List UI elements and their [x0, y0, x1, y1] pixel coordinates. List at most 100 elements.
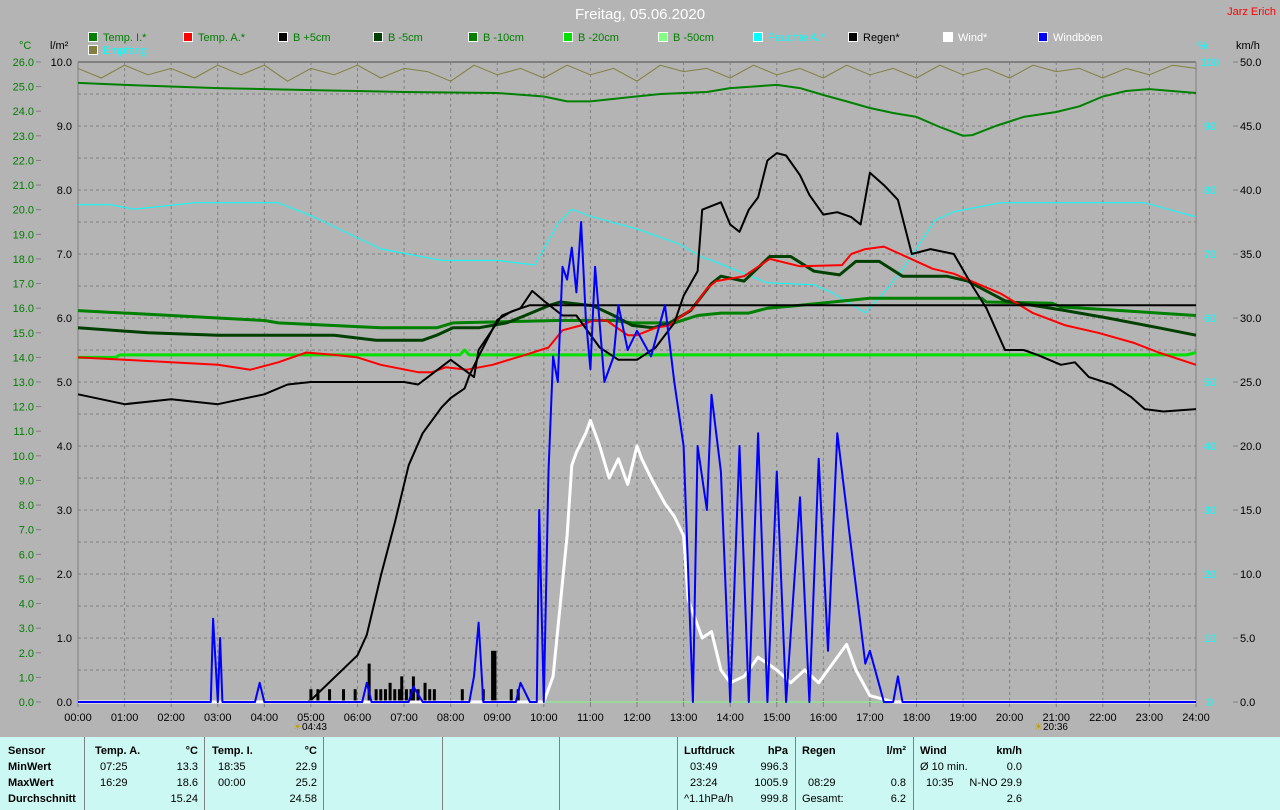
legend-item: Temp. I.* — [88, 32, 146, 44]
x-tick-label: 03:00 — [204, 712, 232, 724]
temp-a-min: 13.3 — [176, 761, 198, 773]
temp-tick-label: 11.0 — [13, 426, 34, 438]
divider — [677, 737, 678, 810]
legend-label: Temp. I.* — [103, 32, 147, 44]
temp-i-min: 22.9 — [295, 761, 317, 773]
temp-i-unit: °C — [304, 745, 317, 757]
legend-item: B -5cm — [373, 32, 423, 44]
humidity-tick-label: 20 — [1204, 569, 1216, 581]
wind-tick-label: 25.0 — [1240, 377, 1261, 389]
x-tick-label: 08:00 — [437, 712, 465, 724]
divider — [84, 737, 85, 810]
x-tick-label: 01:00 — [111, 712, 139, 724]
rain-unit: l/m² — [886, 745, 906, 757]
temp-tick-label: 18.0 — [13, 254, 34, 266]
temp-tick-label: 7.0 — [19, 525, 34, 537]
temp-tick-label: 26.0 — [13, 57, 34, 69]
rain-bar — [379, 689, 383, 702]
wind-tick-label: 30.0 — [1240, 313, 1261, 325]
rain-tick-label: 1.0 — [57, 633, 72, 645]
temp-a-avg: 15.24 — [170, 793, 198, 805]
legend-label: Feuchte A.* — [768, 32, 825, 44]
legend-label: B -20cm — [578, 32, 619, 44]
humidity-tick-label: 60 — [1204, 313, 1216, 325]
wind-unit: km/h — [996, 745, 1022, 757]
humidity-tick-label: 90 — [1204, 121, 1216, 133]
sunset-icon: ☀ — [1034, 722, 1043, 733]
rain-bar — [404, 689, 408, 702]
rain-tick-label: 4.0 — [57, 441, 72, 453]
legend-item: Wind* — [943, 32, 987, 44]
humidity-tick-label: 10 — [1204, 633, 1216, 645]
rain-bar — [493, 650, 497, 702]
series-temp-i — [77, 81, 1197, 137]
row-label-max: MaxWert — [8, 777, 54, 789]
rain-max-time: 08:29 — [808, 777, 836, 789]
wind-tick-label: 20.0 — [1240, 441, 1261, 453]
legend-label: B -50cm — [673, 32, 714, 44]
stats-table: Sensor MinWert MaxWert Durchschnitt Temp… — [0, 737, 1280, 810]
x-tick-label: 20:00 — [996, 712, 1024, 724]
temp-tick-label: 22.0 — [13, 155, 34, 167]
legend-item: B -10cm — [468, 32, 524, 44]
x-tick-label: 02:00 — [157, 712, 185, 724]
temp-tick-label: 17.0 — [13, 279, 34, 291]
legend-label: Regen* — [863, 32, 900, 44]
rain-axis-unit: l/m² — [50, 40, 69, 52]
x-tick-label: 19:00 — [949, 712, 977, 724]
temp-tick-label: 8.0 — [19, 500, 34, 512]
legend-label: B +5cm — [293, 32, 331, 44]
x-tick-label: 14:00 — [716, 712, 744, 724]
divider — [795, 737, 796, 810]
legend-swatch — [373, 32, 383, 42]
rain-tick-label: 7.0 — [57, 249, 72, 261]
legend-swatch — [563, 32, 573, 42]
wind-header: Wind — [920, 745, 947, 757]
rain-tick-label: 8.0 — [57, 185, 72, 197]
wind-avg10-label: Ø 10 min. — [920, 761, 968, 773]
rain-total-label: Gesamt: — [802, 793, 844, 805]
pressure-trend: ^1.1hPa/h — [684, 793, 734, 805]
sunset-marker: ☀20:36 — [1034, 722, 1068, 733]
rain-max: 0.8 — [890, 777, 906, 789]
legend-swatch — [943, 32, 953, 42]
legend-swatch — [1038, 32, 1048, 42]
temp-tick-label: 23.0 — [13, 131, 34, 143]
legend-label: Empfang — [103, 45, 148, 57]
sunrise-icon: ☀ — [293, 722, 302, 733]
temp-a-max: 18.6 — [176, 777, 198, 789]
rain-bar — [353, 689, 357, 702]
rain-bar — [460, 689, 464, 702]
x-tick-label: 22:00 — [1089, 712, 1117, 724]
wind-tick-label: 40.0 — [1240, 185, 1261, 197]
temp-i-max: 25.2 — [295, 777, 317, 789]
rain-tick-label: 0.0 — [57, 697, 72, 709]
temp-i-avg: 24.58 — [289, 793, 317, 805]
rain-tick-label: 9.0 — [57, 121, 72, 133]
x-tick-label: 04:00 — [251, 712, 279, 724]
legend-item: B -50cm — [658, 32, 714, 44]
rain-tick-label: 2.0 — [57, 569, 72, 581]
legend-swatch — [468, 32, 478, 42]
x-tick-label: 09:00 — [483, 712, 511, 724]
legend-item: Empfang — [88, 45, 147, 57]
legend-label: B -10cm — [483, 32, 524, 44]
x-tick-label: 07:00 — [390, 712, 418, 724]
legend-item: B -20cm — [563, 32, 619, 44]
series-windb-en — [78, 221, 1196, 703]
temp-tick-label: 9.0 — [19, 475, 34, 487]
rain-tick-label: 6.0 — [57, 313, 72, 325]
x-tick-label: 15:00 — [763, 712, 791, 724]
legend-label: Wind* — [958, 32, 988, 44]
wind-tick-label: 50.0 — [1240, 57, 1261, 69]
sunset-time: 20:36 — [1042, 722, 1068, 733]
temp-tick-label: 5.0 — [19, 574, 34, 586]
temp-tick-label: 14.0 — [13, 352, 34, 364]
humidity-tick-label: 70 — [1204, 249, 1216, 261]
rain-bars — [309, 650, 520, 702]
tick-labels: 26.0 25.0 24.0 23.0 22.0 21.0 20.0 19.0 18.0 17.0… — [13, 57, 1262, 724]
rain-bar — [509, 689, 513, 702]
x-tick-label: 00:00 — [64, 712, 92, 724]
series-b-5cm — [77, 152, 1197, 413]
rain-bar — [388, 682, 392, 702]
